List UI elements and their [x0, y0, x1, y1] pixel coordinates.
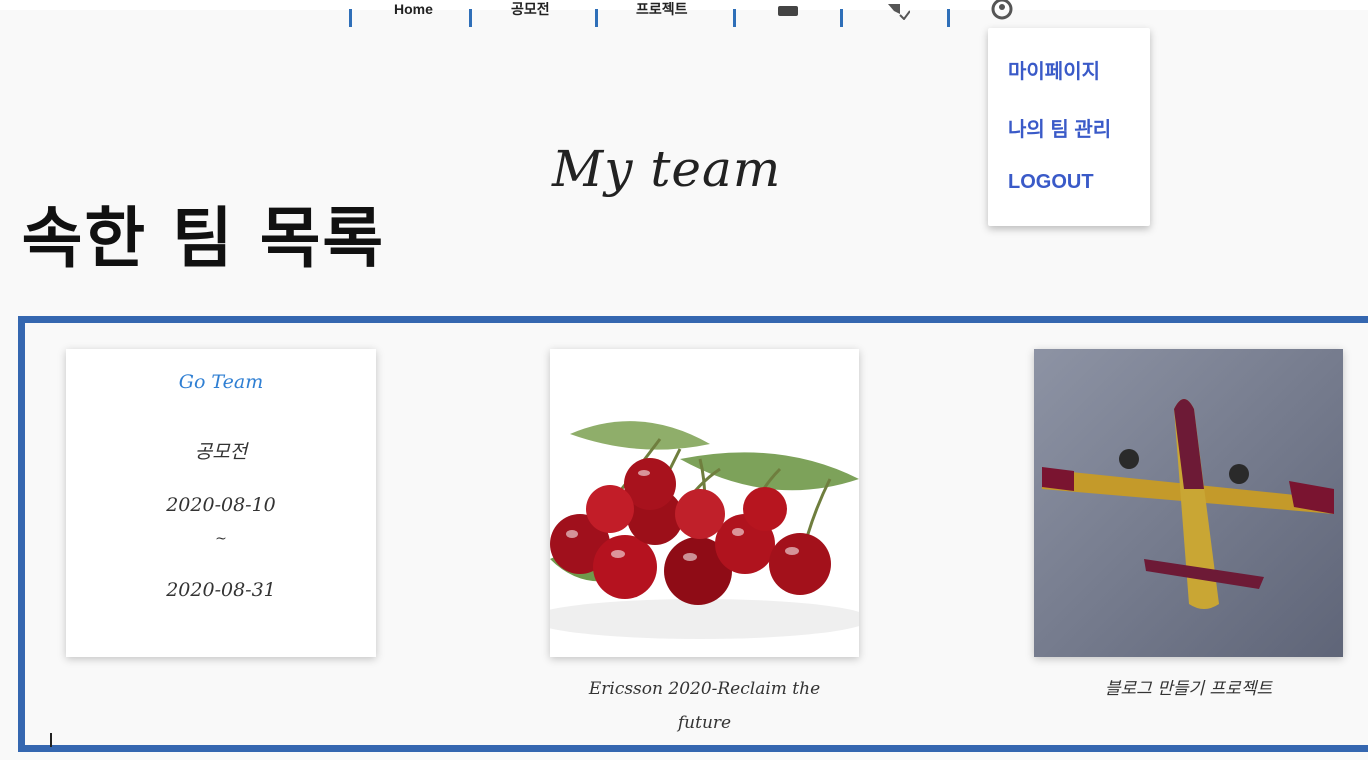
user-dropdown-menu: 마이페이지 나의 팀 관리 LOGOUT — [988, 28, 1150, 226]
nav-separator — [840, 9, 843, 27]
airplane-image — [1034, 349, 1343, 657]
date-separator: ~ — [215, 531, 227, 547]
team-name[interactable]: Go Team — [66, 371, 376, 393]
caption-line: Ericsson 2020-Reclaim the — [588, 679, 821, 699]
team-category: 공모전 — [194, 441, 248, 463]
text-cursor — [50, 733, 52, 747]
team-list-heading: - 속한 팀 목록 — [21, 200, 386, 277]
team-card[interactable] — [1034, 349, 1343, 657]
top-nav: Home 공모전 프로젝트 — [0, 0, 1368, 30]
cherries-image — [550, 349, 859, 657]
team-card[interactable] — [550, 349, 859, 657]
nav-contest[interactable]: 공모전 — [511, 2, 550, 20]
nav-separator — [349, 9, 352, 27]
nav-separator — [469, 9, 472, 27]
nav-separator — [733, 9, 736, 27]
mypage-link[interactable]: 마이페이지 — [1008, 55, 1100, 84]
team-card[interactable]: Go Team 공모전 2020-08-10 ~ 2020-08-31 — [66, 349, 376, 657]
team-end-date: 2020-08-31 — [166, 579, 276, 601]
chat-icon[interactable] — [775, 0, 801, 20]
logout-link[interactable]: LOGOUT — [1008, 171, 1094, 194]
nav-separator — [595, 9, 598, 27]
user-icon[interactable] — [990, 0, 1018, 20]
nav-home[interactable]: Home — [394, 2, 433, 20]
team-start-date: 2020-08-10 — [166, 494, 276, 516]
nav-project[interactable]: 프로젝트 — [636, 2, 688, 20]
nav-separator — [947, 9, 950, 27]
team-caption[interactable]: Ericsson 2020-Reclaim the future — [550, 672, 859, 740]
caption-line: future — [677, 713, 732, 733]
team-caption[interactable]: 블로그 만들기 프로젝트 — [1034, 672, 1343, 706]
notification-icon[interactable] — [884, 0, 910, 20]
my-team-manage-link[interactable]: 나의 팀 관리 — [1008, 113, 1111, 142]
page-title: My team — [552, 140, 782, 198]
